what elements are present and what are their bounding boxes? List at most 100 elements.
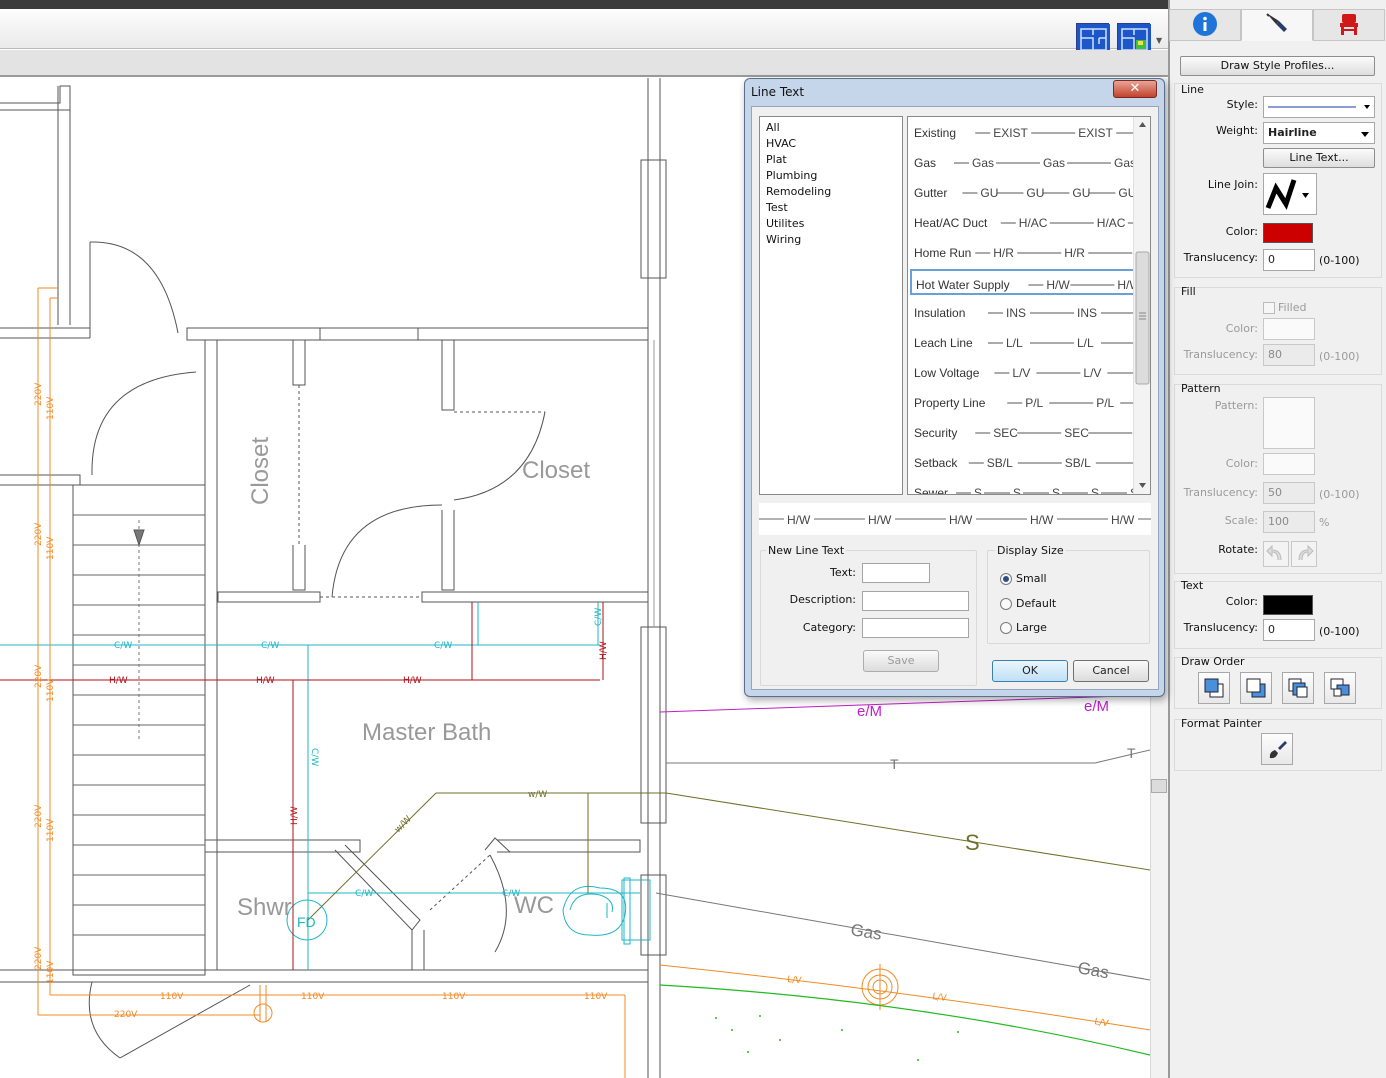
send-backward-icon [1330,678,1350,697]
preview-label: H/W [1030,513,1054,527]
line-label: 220V [34,522,44,546]
tab-info[interactable] [1169,9,1241,41]
line-style-code: L/V [1083,366,1101,380]
line-translucency-input[interactable]: 0 [1263,249,1315,271]
draw-style-profiles-button[interactable]: Draw Style Profiles... [1180,56,1375,76]
line-style-code: EXIST [993,126,1028,140]
fill-translucency-input[interactable]: 80 [1263,344,1315,366]
style-list-scrollbar[interactable] [1133,117,1150,494]
category-item[interactable]: Wiring [766,232,902,248]
send-to-back-icon [1246,678,1266,698]
line-style-item[interactable]: Home RunH/RH/RH/R [910,239,1136,265]
line-style-item[interactable]: SecuritySECSECSEC [910,419,1136,445]
line-style-select[interactable] [1263,96,1375,118]
category-item[interactable]: All [766,120,902,136]
line-style-item[interactable]: Leach Line L/L L/L [910,329,1136,355]
pattern-color-swatch[interactable] [1263,453,1315,475]
canvas-scrollbar-thumb[interactable] [1151,779,1167,793]
display-size-default-radio[interactable] [1000,598,1012,610]
line-style-name: Leach Line [914,336,973,350]
rotate-left-icon [1266,544,1282,561]
new-text-input[interactable] [862,563,930,583]
line-style-item[interactable]: SewerSSSSS [910,479,1136,495]
pattern-rotate-label: Rotate: [1218,543,1258,556]
draw-order-title: Draw Order [1181,655,1245,668]
filled-label: Filled [1278,301,1307,314]
bring-to-front-button[interactable] [1198,672,1230,704]
line-style-list[interactable]: Existing EXIST EXIST Gas Gas Gas Gas Gutter GU GU… [907,116,1151,495]
line-style-code: GU [1072,186,1090,200]
pattern-scale-input[interactable]: 100 [1263,511,1315,533]
line-label: L/V [1093,1017,1110,1029]
line-style-code: EXIST [1078,126,1113,140]
line-style-item[interactable]: Gas Gas Gas Gas [910,149,1136,175]
display-size-small-radio[interactable] [1000,573,1012,585]
rotate-left-button[interactable] [1263,541,1289,567]
category-item[interactable]: Remodeling [766,184,902,200]
line-style-code: H/R [993,246,1014,260]
line-style-item[interactable]: Insulation INS INS [910,299,1136,325]
pattern-preview[interactable] [1263,397,1315,449]
send-backward-button[interactable] [1324,672,1356,704]
pattern-translucency-input[interactable]: 50 [1263,482,1315,504]
line-style-code: SEC [1064,426,1089,440]
category-item[interactable]: Plumbing [766,168,902,184]
save-button[interactable]: Save [863,650,939,672]
line-style-item[interactable]: Existing EXIST EXIST [910,119,1136,145]
send-to-back-button[interactable] [1240,672,1272,704]
category-item[interactable]: Plat [766,152,902,168]
category-input[interactable] [862,618,969,638]
description-input[interactable] [862,591,969,611]
line-style-item[interactable]: Setback SB/L SB/L [910,449,1136,475]
line-text-button[interactable]: Line Text... [1263,148,1375,168]
line-style-name: Gutter [914,186,947,200]
line-style-name: Insulation [914,306,965,320]
line-style-code: Gas [972,156,994,170]
filled-checkbox[interactable] [1263,302,1275,314]
line-style-code: S [1013,486,1021,495]
rotate-right-button[interactable] [1291,541,1317,567]
category-item[interactable]: Test [766,200,902,216]
line-color-swatch[interactable] [1263,223,1313,243]
line-label: C/W [355,889,373,899]
line-style-item[interactable]: Gutter GU GU GU GU [910,179,1136,205]
fill-section-title: Fill [1181,285,1196,298]
close-button[interactable]: ✕ [1113,80,1157,98]
line-style-code: Gas [1043,156,1065,170]
line-style-item[interactable]: Hot Water SupplyH/WH/W [910,269,1136,295]
display-size-default-label: Default [1016,597,1057,610]
line-style-item[interactable]: Property Line P/L P/L [910,389,1136,415]
line-style-name: Security [914,426,957,440]
tab-furniture[interactable] [1313,9,1385,41]
text-translucency-label: Translucency: [1183,621,1258,634]
line-translucency-label: Translucency: [1183,251,1258,264]
description-label: Description: [789,593,856,606]
ok-button[interactable]: OK [992,660,1068,682]
text-color-swatch[interactable] [1263,595,1313,615]
line-weight-select[interactable]: Hairline [1263,122,1375,144]
bring-forward-button[interactable] [1282,672,1314,704]
format-painter-button[interactable] [1261,733,1293,765]
fill-color-swatch[interactable] [1263,318,1315,340]
line-style-code: L/L [1077,336,1094,350]
line-join-select[interactable] [1263,173,1317,215]
display-size-large-radio[interactable] [1000,622,1012,634]
line-weight-label: Weight: [1215,124,1258,137]
line-label: C/W [114,641,132,651]
new-line-text-title: New Line Text [766,544,847,557]
line-style-code: P/L [1096,396,1114,410]
category-item[interactable]: HVAC [766,136,902,152]
category-item[interactable]: Utilites [766,216,902,232]
cancel-button[interactable]: Cancel [1073,660,1149,682]
line-style-item[interactable]: Heat/AC Duct H/AC H/AC [910,209,1136,235]
category-list[interactable]: All HVAC Plat Plumbing Remodeling Test U… [759,116,903,495]
line-style-item[interactable]: Low Voltage L/V L/V [910,359,1136,385]
pattern-scale-unit: % [1319,516,1330,529]
tab-draw-style[interactable] [1241,9,1313,41]
text-translucency-input[interactable]: 0 [1263,619,1315,641]
toolbar-overflow-icon[interactable]: ▼ [1156,36,1162,45]
display-size-title: Display Size [995,544,1066,557]
pattern-translucency-range: (0-100) [1319,488,1360,501]
line-text-preview: H/W H/W H/W H/W H/W [759,503,1151,535]
line-style-name: Sewer [914,486,948,495]
